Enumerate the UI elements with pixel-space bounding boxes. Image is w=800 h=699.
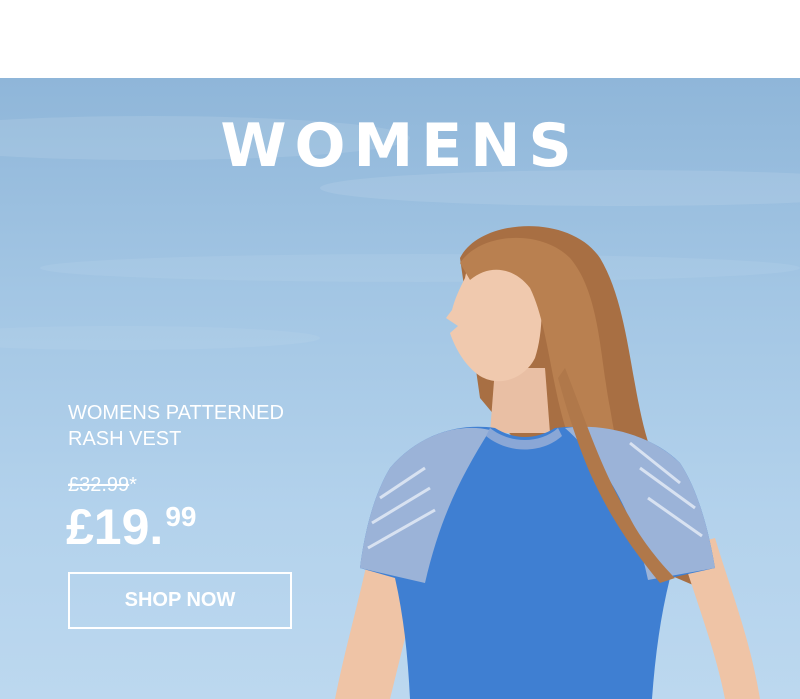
hero-banner[interactable]: WOMENS WOMENS PATTERNED RASH VEST £32.99… xyxy=(0,78,800,699)
top-whitespace xyxy=(0,0,800,78)
product-name-line1: WOMENS PATTERNED xyxy=(68,402,284,424)
old-price: £32.99* xyxy=(68,474,137,497)
old-price-mark: * xyxy=(129,474,137,496)
sale-price-main: £19. xyxy=(66,499,164,555)
product-name: WOMENS PATTERNED RASH VEST xyxy=(68,400,328,452)
sale-price: £19.99 xyxy=(66,502,196,552)
model-image xyxy=(335,226,760,699)
email-banner: WOMENS WOMENS PATTERNED RASH VEST £32.99… xyxy=(0,0,800,699)
hero-title: WOMENS xyxy=(220,111,580,181)
sale-price-cents: 99 xyxy=(165,501,197,532)
shop-now-button[interactable]: SHOP NOW xyxy=(68,572,292,629)
product-name-line2: RASH VEST xyxy=(68,428,182,450)
old-price-value: £32.99 xyxy=(68,474,130,496)
